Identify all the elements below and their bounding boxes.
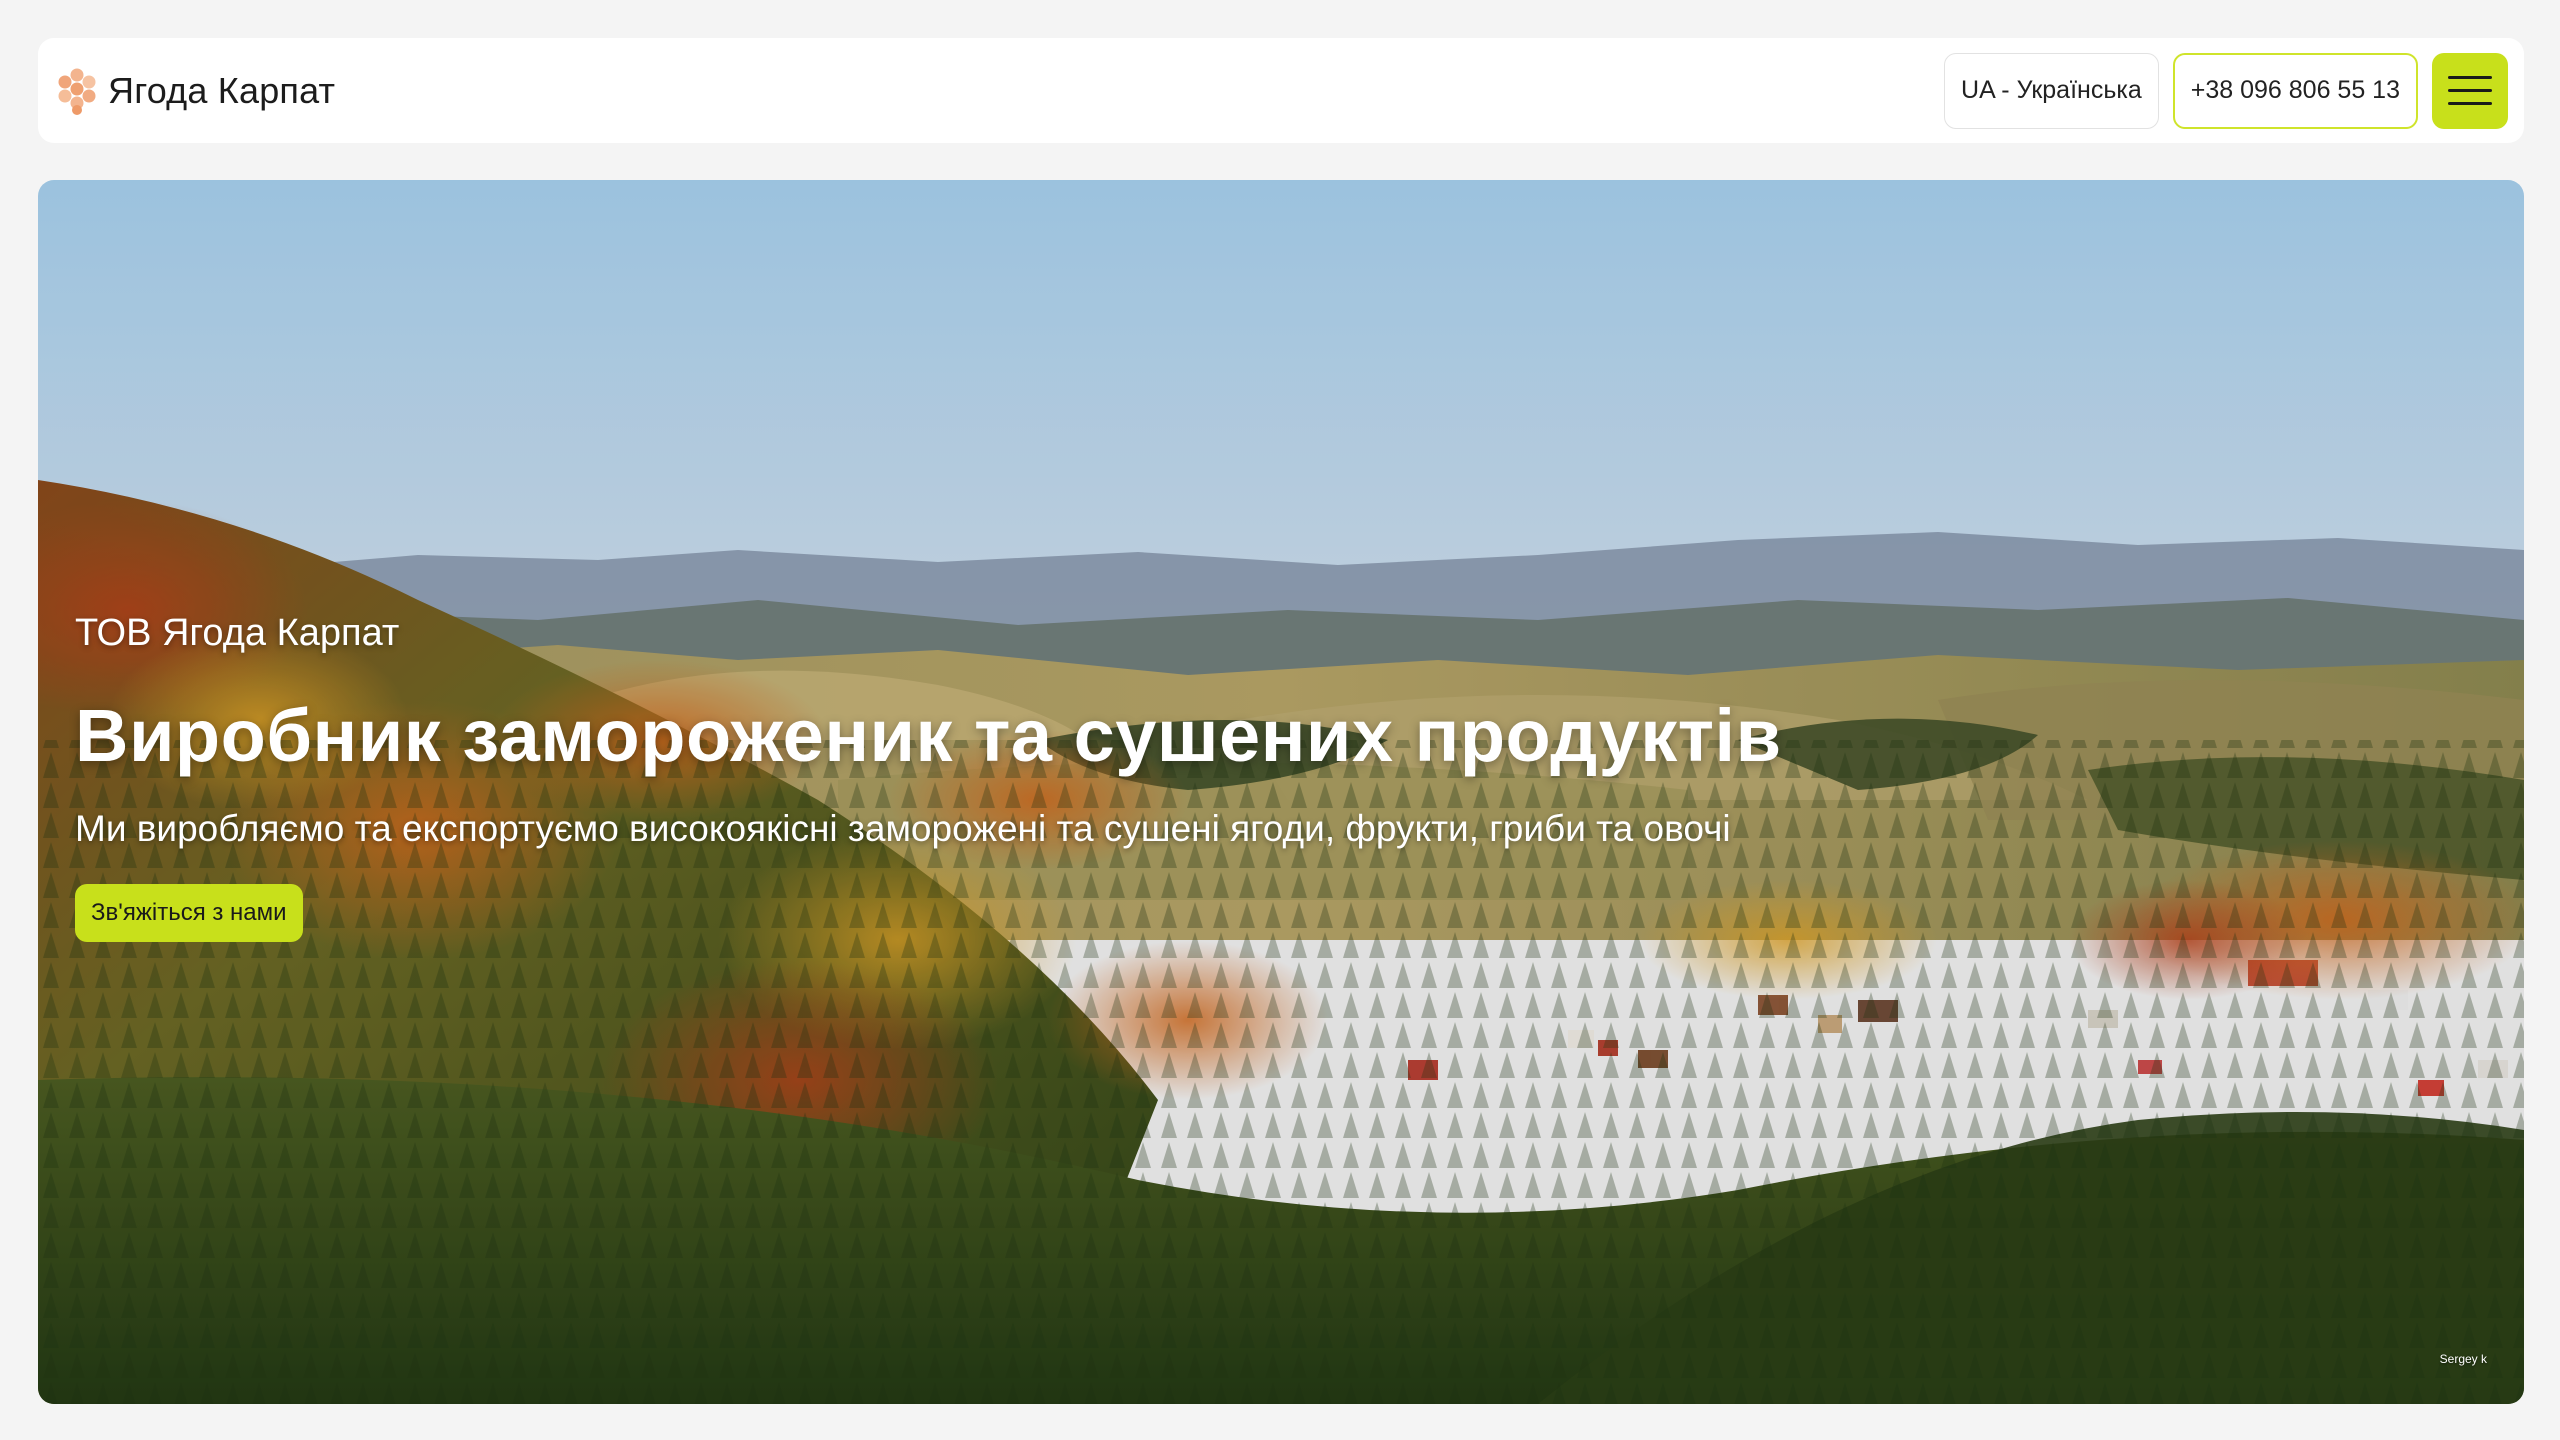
brand-link[interactable]: Ягода Карпат <box>52 66 335 116</box>
language-selector[interactable]: UA - Українська <box>1944 52 2159 129</box>
hero-kicker: ТОВ Ягода Карпат <box>75 612 400 654</box>
hero-content: ТОВ Ягода Карпат Виробник замороженик та… <box>75 612 1782 942</box>
hero-subtitle: Ми виробляємо та експортуємо високоякісн… <box>75 808 1731 849</box>
hamburger-icon-line <box>2448 89 2492 92</box>
phone-button[interactable]: +38 096 806 55 13 <box>2172 52 2418 129</box>
berry-logo-icon <box>58 68 96 115</box>
contact-us-button[interactable]: Зв'яжіться з нами <box>75 884 303 942</box>
hamburger-icon-line <box>2448 102 2492 105</box>
hamburger-icon <box>2448 76 2492 79</box>
photo-credit: Sergey k <box>2439 1352 2487 1366</box>
brand-name: Ягода Карпат <box>108 69 336 111</box>
hero-section: ТОВ Ягода Карпат Виробник замороженик та… <box>38 180 2524 1404</box>
hero-title: Виробник замороженик та сушених продукті… <box>75 694 1782 777</box>
menu-button[interactable] <box>2432 52 2508 129</box>
site-header: Ягода Карпат UA - Українська +38 096 806… <box>38 38 2524 143</box>
